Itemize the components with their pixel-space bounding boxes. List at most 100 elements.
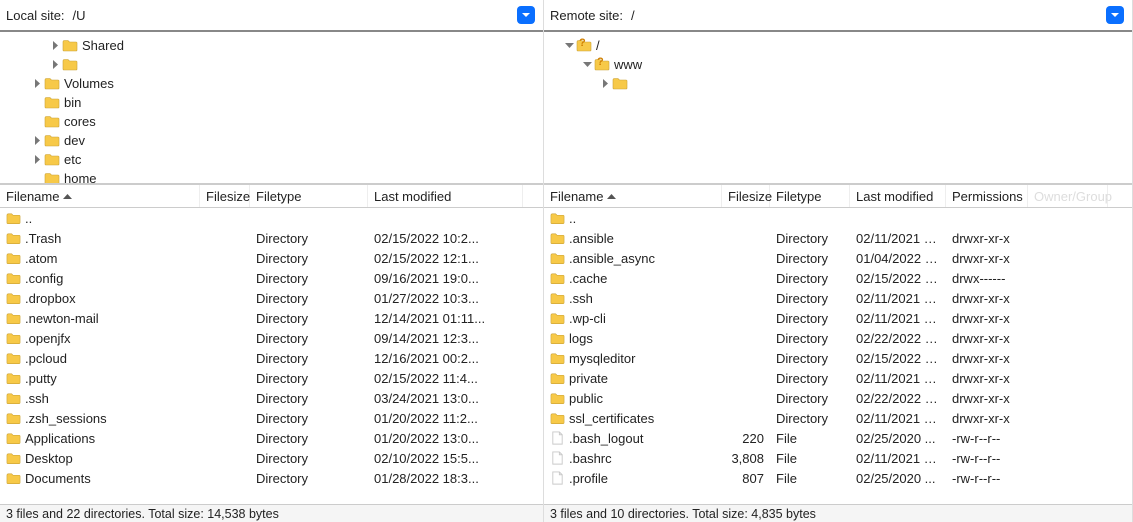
tree-item-label: www (614, 57, 642, 72)
list-item[interactable]: .profile807File02/25/2020 ...-rw-r--r-- (544, 468, 1132, 488)
file-name: .putty (25, 371, 57, 386)
file-modified: 02/11/2021 1... (850, 291, 946, 306)
list-item[interactable]: .. (0, 208, 543, 228)
local-listing[interactable]: ...TrashDirectory02/15/2022 10:2....atom… (0, 208, 543, 504)
list-item[interactable]: .bashrc3,808File02/11/2021 1...-rw-r--r-… (544, 448, 1132, 468)
local-col-filesize[interactable]: Filesize (200, 185, 250, 207)
remote-tree[interactable]: ?/?www (544, 32, 1132, 184)
file-permissions: drwxr-xr-x (946, 231, 1028, 246)
file-modified: 02/11/2021 1... (850, 311, 946, 326)
tree-item[interactable] (0, 55, 543, 74)
file-size: 807 (722, 471, 770, 486)
local-col-filename[interactable]: Filename (0, 185, 200, 207)
remote-col-filesize[interactable]: Filesize (722, 185, 770, 207)
chevron-down-icon[interactable] (562, 39, 576, 53)
tree-item[interactable]: Shared (0, 36, 543, 55)
list-item[interactable]: .atomDirectory02/15/2022 12:1... (0, 248, 543, 268)
list-item[interactable]: .puttyDirectory02/15/2022 11:4... (0, 368, 543, 388)
file-type: Directory (770, 291, 850, 306)
local-col-filetype[interactable]: Filetype (250, 185, 368, 207)
remote-path-dropdown-button[interactable] (1106, 6, 1124, 24)
file-name: .dropbox (25, 291, 76, 306)
tree-item-label: etc (64, 152, 81, 167)
list-item[interactable]: .ansibleDirectory02/11/2021 1...drwxr-xr… (544, 228, 1132, 248)
list-item[interactable]: .pcloudDirectory12/16/2021 00:2... (0, 348, 543, 368)
list-item[interactable]: .bash_logout220File02/25/2020 ...-rw-r--… (544, 428, 1132, 448)
file-permissions: drwxr-xr-x (946, 331, 1028, 346)
file-name: .cache (569, 271, 607, 286)
remote-col-modified[interactable]: Last modified (850, 185, 946, 207)
list-item[interactable]: .dropboxDirectory01/27/2022 10:3... (0, 288, 543, 308)
file-modified: 09/16/2021 19:0... (368, 271, 523, 286)
file-modified: 02/11/2021 1... (850, 411, 946, 426)
list-item[interactable]: .wp-cliDirectory02/11/2021 1...drwxr-xr-… (544, 308, 1132, 328)
file-name: Documents (25, 471, 91, 486)
remote-path-field[interactable]: / (629, 4, 1126, 26)
chevron-right-icon[interactable] (48, 39, 62, 53)
remote-col-filename[interactable]: Filename (544, 185, 722, 207)
list-item[interactable]: .sshDirectory03/24/2021 13:0... (0, 388, 543, 408)
list-item[interactable]: ApplicationsDirectory01/20/2022 13:0... (0, 428, 543, 448)
local-path-field[interactable]: /U (71, 4, 537, 26)
folder-icon (550, 411, 565, 426)
tree-item[interactable]: ?/ (544, 36, 1132, 55)
file-permissions: -rw-r--r-- (946, 451, 1028, 466)
file-permissions: drwxr-xr-x (946, 391, 1028, 406)
list-item[interactable]: .. (544, 208, 1132, 228)
list-item[interactable]: ssl_certificatesDirectory02/11/2021 1...… (544, 408, 1132, 428)
chevron-right-icon[interactable] (30, 77, 44, 91)
local-path-dropdown-button[interactable] (517, 6, 535, 24)
local-pane: Local site: /U Shared Volumesbincoresdev… (0, 0, 544, 522)
tree-item[interactable]: dev (0, 131, 543, 150)
tree-item[interactable]: etc (0, 150, 543, 169)
chevron-right-icon[interactable] (48, 58, 62, 72)
file-name: .bashrc (569, 451, 612, 466)
folder-icon (6, 291, 21, 306)
tree-item[interactable]: ?www (544, 55, 1132, 74)
remote-col-permissions[interactable]: Permissions (946, 185, 1028, 207)
list-item[interactable]: .newton-mailDirectory12/14/2021 01:11... (0, 308, 543, 328)
file-modified: 12/16/2021 00:2... (368, 351, 523, 366)
file-name: mysqleditor (569, 351, 635, 366)
list-item[interactable]: mysqleditorDirectory02/15/2022 1...drwxr… (544, 348, 1132, 368)
local-col-modified[interactable]: Last modified (368, 185, 523, 207)
list-item[interactable]: DocumentsDirectory01/28/2022 18:3... (0, 468, 543, 488)
tree-item[interactable] (544, 74, 1132, 93)
file-modified: 02/15/2022 1... (850, 271, 946, 286)
file-type: Directory (250, 291, 368, 306)
tree-item[interactable]: home (0, 169, 543, 184)
list-item[interactable]: .TrashDirectory02/15/2022 10:2... (0, 228, 543, 248)
tree-item[interactable]: bin (0, 93, 543, 112)
chevron-down-icon[interactable] (580, 58, 594, 72)
list-item[interactable]: privateDirectory02/11/2021 1...drwxr-xr-… (544, 368, 1132, 388)
remote-col-owner[interactable]: Owner/Group (1028, 185, 1108, 207)
unknown-folder-icon: ? (576, 39, 592, 52)
folder-icon (62, 58, 78, 71)
list-item[interactable]: .cacheDirectory02/15/2022 1...drwx------ (544, 268, 1132, 288)
list-item[interactable]: .zsh_sessionsDirectory01/20/2022 11:2... (0, 408, 543, 428)
remote-listing[interactable]: ...ansibleDirectory02/11/2021 1...drwxr-… (544, 208, 1132, 504)
list-item[interactable]: logsDirectory02/22/2022 1...drwxr-xr-x (544, 328, 1132, 348)
file-modified: 12/14/2021 01:11... (368, 311, 523, 326)
file-permissions: drwxr-xr-x (946, 291, 1028, 306)
file-type: Directory (250, 331, 368, 346)
folder-icon (6, 251, 21, 266)
remote-col-filetype[interactable]: Filetype (770, 185, 850, 207)
chevron-right-icon[interactable] (30, 134, 44, 148)
chevron-right-icon[interactable] (30, 153, 44, 167)
list-item[interactable]: .openjfxDirectory09/14/2021 12:3... (0, 328, 543, 348)
file-permissions: drwxr-xr-x (946, 351, 1028, 366)
file-modified: 02/15/2022 11:4... (368, 371, 523, 386)
folder-icon (6, 231, 21, 246)
list-item[interactable]: publicDirectory02/22/2022 1...drwxr-xr-x (544, 388, 1132, 408)
file-modified: 01/20/2022 11:2... (368, 411, 523, 426)
list-item[interactable]: .ansible_asyncDirectory01/04/2022 1...dr… (544, 248, 1132, 268)
local-tree[interactable]: Shared Volumesbincoresdev etc home (0, 32, 543, 184)
list-item[interactable]: .sshDirectory02/11/2021 1...drwxr-xr-x (544, 288, 1132, 308)
local-headers: Filename Filesize Filetype Last modified (0, 184, 543, 208)
list-item[interactable]: DesktopDirectory02/10/2022 15:5... (0, 448, 543, 468)
chevron-right-icon[interactable] (598, 77, 612, 91)
tree-item[interactable]: cores (0, 112, 543, 131)
list-item[interactable]: .configDirectory09/16/2021 19:0... (0, 268, 543, 288)
tree-item[interactable]: Volumes (0, 74, 543, 93)
